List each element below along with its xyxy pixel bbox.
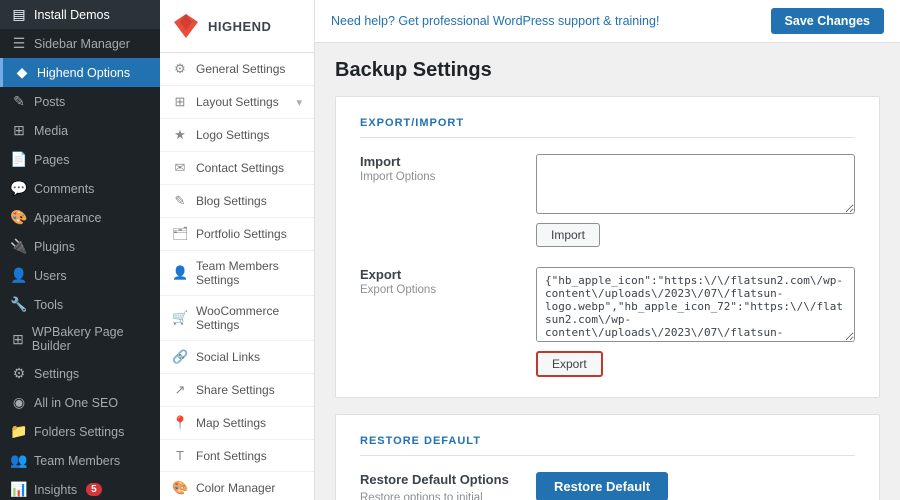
import-button[interactable]: Import: [536, 223, 600, 247]
woocommerce-settings-icon: 🛒: [172, 310, 188, 326]
share-settings-icon: ↗: [172, 382, 188, 398]
users-icon: 👤: [10, 267, 28, 284]
export-import-card: EXPORT/IMPORT Import Import Options Impo…: [335, 96, 880, 398]
wpbakery-icon: ⊞: [10, 331, 26, 348]
export-control: Export: [536, 267, 855, 377]
portfolio-settings-icon: 🗂: [172, 226, 188, 242]
team-settings-icon: 👤: [172, 265, 188, 281]
diamond-logo-icon: [172, 12, 200, 40]
color-manager-icon: 🎨: [172, 480, 188, 496]
sidebar-item-posts[interactable]: ✎ Posts: [0, 87, 160, 116]
font-settings-icon: T: [172, 448, 188, 463]
appearance-icon: 🎨: [10, 209, 28, 226]
export-import-section-title: EXPORT/IMPORT: [360, 117, 855, 138]
sidebar-item-wpbakery[interactable]: ⊞ WPBakery Page Builder: [0, 319, 160, 359]
sub-sidebar-item-color-manager[interactable]: 🎨 Color Manager: [160, 472, 314, 500]
sidebar-item-insights[interactable]: 📊 Insights 5: [0, 475, 160, 500]
restore-default-card: RESTORE DEFAULT Restore Default Options …: [335, 414, 880, 500]
main-content: Need help? Get professional WordPress su…: [315, 0, 900, 500]
top-bar: Need help? Get professional WordPress su…: [315, 0, 900, 43]
team-icon: 👥: [10, 452, 28, 469]
help-text: Need help? Get professional WordPress su…: [331, 14, 659, 28]
general-settings-icon: ⚙: [172, 61, 188, 77]
sidebar-item-media[interactable]: ⊞ Media: [0, 116, 160, 145]
restore-control: Restore Default ** Please make sure you …: [536, 472, 855, 500]
restore-row: Restore Default Options Restore options …: [360, 472, 855, 500]
sub-sidebar-item-portfolio-settings[interactable]: 🗂 Portfolio Settings: [160, 218, 314, 251]
page-title: Backup Settings: [335, 59, 880, 82]
sidebar-item-settings[interactable]: ⚙ Settings: [0, 359, 160, 388]
import-label-title: Import: [360, 154, 520, 169]
sub-sidebar-item-font-settings[interactable]: T Font Settings: [160, 440, 314, 472]
content-area: Backup Settings EXPORT/IMPORT Import Imp…: [315, 43, 900, 500]
sidebar-item-sidebar-manager[interactable]: ☰ Sidebar Manager: [0, 29, 160, 58]
export-textarea[interactable]: [536, 267, 855, 342]
sidebar-item-team-members[interactable]: 👥 Team Members: [0, 446, 160, 475]
import-control: Import: [536, 154, 855, 247]
restore-label: Restore Default Options Restore options …: [360, 472, 520, 500]
layout-settings-icon: ⊞: [172, 94, 188, 110]
save-changes-button[interactable]: Save Changes: [771, 8, 884, 34]
sidebar-item-plugins[interactable]: 🔌 Plugins: [0, 232, 160, 261]
import-row: Import Import Options Import: [360, 154, 855, 247]
highend-logo-text: HIGHEND: [208, 19, 271, 34]
sidebar-item-comments[interactable]: 💬 Comments: [0, 174, 160, 203]
sub-sidebar-item-team-settings[interactable]: 👤 Team Members Settings: [160, 251, 314, 296]
sidebar-item-install-demos[interactable]: ▤ Install Demos: [0, 0, 160, 29]
sidebar-item-all-in-one-seo[interactable]: ◉ All in One SEO: [0, 388, 160, 417]
export-label: Export Export Options: [360, 267, 520, 377]
restore-default-button[interactable]: Restore Default: [536, 472, 668, 500]
insights-badge: 5: [86, 483, 102, 496]
sub-sidebar-item-woocommerce-settings[interactable]: 🛒 WooCommerce Settings: [160, 296, 314, 341]
import-label-desc: Import Options: [360, 171, 520, 183]
comments-icon: 💬: [10, 180, 28, 197]
sub-sidebar-item-logo-settings[interactable]: ★ Logo Settings: [160, 119, 314, 152]
export-button[interactable]: Export: [536, 351, 603, 377]
sub-sidebar-item-map-settings[interactable]: 📍 Map Settings: [160, 407, 314, 440]
insights-icon: 📊: [10, 481, 28, 498]
social-links-icon: 🔗: [172, 349, 188, 365]
export-label-title: Export: [360, 267, 520, 282]
pages-icon: 📄: [10, 151, 28, 168]
sub-sidebar-item-contact-settings[interactable]: ✉ Contact Settings: [160, 152, 314, 185]
map-settings-icon: 📍: [172, 415, 188, 431]
seo-icon: ◉: [10, 394, 28, 411]
highend-options-sidebar: HIGHEND ⚙ General Settings ⊞ Layout Sett…: [160, 0, 315, 500]
sub-sidebar-item-share-settings[interactable]: ↗ Share Settings: [160, 374, 314, 407]
sidebar-item-users[interactable]: 👤 Users: [0, 261, 160, 290]
plugins-icon: 🔌: [10, 238, 28, 255]
contact-settings-icon: ✉: [172, 160, 188, 176]
import-label: Import Import Options: [360, 154, 520, 247]
sub-sidebar-item-blog-settings[interactable]: ✎ Blog Settings: [160, 185, 314, 218]
wp-admin-sidebar: ▤ Install Demos ☰ Sidebar Manager ◆ High…: [0, 0, 160, 500]
posts-icon: ✎: [10, 93, 28, 110]
import-textarea[interactable]: [536, 154, 855, 214]
sidebar-item-highend-options[interactable]: ◆ Highend Options: [0, 58, 160, 87]
sidebar-manager-icon: ☰: [10, 35, 28, 52]
folders-icon: 📁: [10, 423, 28, 440]
sub-sidebar-item-social-links[interactable]: 🔗 Social Links: [160, 341, 314, 374]
tools-icon: 🔧: [10, 296, 28, 313]
export-label-desc: Export Options: [360, 284, 520, 296]
sub-sidebar-item-layout-settings[interactable]: ⊞ Layout Settings ▾: [160, 86, 314, 119]
sidebar-item-appearance[interactable]: 🎨 Appearance: [0, 203, 160, 232]
sidebar-item-tools[interactable]: 🔧 Tools: [0, 290, 160, 319]
restore-label-title: Restore Default Options: [360, 472, 520, 487]
settings-icon: ⚙: [10, 365, 28, 382]
restore-section-title: RESTORE DEFAULT: [360, 435, 855, 456]
layout-arrow-icon: ▾: [296, 96, 302, 109]
media-icon: ⊞: [10, 122, 28, 139]
sidebar-item-pages[interactable]: 📄 Pages: [0, 145, 160, 174]
sub-sidebar-item-general-settings[interactable]: ⚙ General Settings: [160, 53, 314, 86]
export-row: Export Export Options Export: [360, 267, 855, 377]
restore-label-desc: Restore options to initial default value…: [360, 490, 520, 500]
highend-options-icon: ◆: [13, 64, 31, 81]
sidebar-item-folders-settings[interactable]: 📁 Folders Settings: [0, 417, 160, 446]
highend-logo: HIGHEND: [160, 0, 314, 53]
install-demos-icon: ▤: [10, 6, 28, 23]
blog-settings-icon: ✎: [172, 193, 188, 209]
logo-settings-icon: ★: [172, 127, 188, 143]
